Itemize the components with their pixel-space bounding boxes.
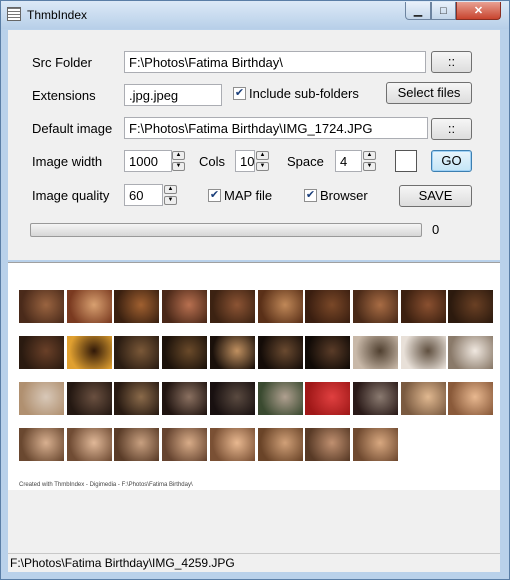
thumbnail-image[interactable] (209, 336, 255, 369)
status-path: F:\Photos\Fatima Birthday\IMG_4259.JPG (10, 556, 235, 570)
thumbnail-grid-icon (7, 7, 21, 21)
progress-value: 0 (432, 222, 440, 237)
chevron-up-icon[interactable]: ▲ (256, 151, 269, 160)
image-quality-label: Image quality (32, 188, 110, 203)
include-subfolders-checkbox[interactable]: ✔ (233, 87, 246, 100)
thumbnail-image[interactable] (66, 290, 112, 323)
thumbnail-image[interactable] (305, 336, 351, 369)
thumbnail-image[interactable] (19, 290, 64, 323)
map-file-checkbox[interactable]: ✔ (208, 189, 221, 202)
progress-bar (30, 223, 422, 237)
background-color-swatch[interactable] (395, 150, 417, 172)
extensions-label: Extensions (32, 88, 96, 103)
thumbnail-image[interactable] (352, 382, 398, 415)
thumbnail-image[interactable] (19, 336, 64, 369)
select-files-button[interactable]: Select files (386, 82, 472, 104)
thumbnail-image[interactable] (209, 382, 255, 415)
settings-panel: Src Folder F:\Photos\Fatima Birthday\ ::… (8, 30, 500, 260)
chevron-down-icon[interactable]: ▼ (256, 162, 269, 171)
thumbnail-image[interactable] (162, 290, 208, 323)
thumbnail-image[interactable] (352, 290, 398, 323)
thumbnail-image[interactable] (19, 428, 64, 461)
image-quality-stepper[interactable]: ▲ ▼ (164, 185, 177, 205)
thumbnail-image[interactable] (209, 290, 255, 323)
src-folder-browse-button[interactable]: :: (431, 51, 472, 73)
thumbnail-image[interactable] (257, 290, 303, 323)
title-bar[interactable]: ThmbIndex ▁ □ ✕ (1, 1, 509, 29)
thumbnail-image[interactable] (448, 290, 494, 323)
default-image-input[interactable]: F:\Photos\Fatima Birthday\IMG_1724.JPG (124, 117, 428, 139)
thumbnail-image[interactable] (400, 290, 446, 323)
thumbnail-image[interactable] (162, 382, 208, 415)
close-icon: ✕ (473, 5, 484, 17)
chevron-down-icon[interactable]: ▼ (164, 196, 177, 205)
thumbnail-image[interactable] (305, 428, 351, 461)
chevron-up-icon[interactable]: ▲ (164, 185, 177, 194)
maximize-icon: □ (440, 4, 447, 17)
thumbnail-image[interactable] (305, 290, 351, 323)
thumbnail-image[interactable] (162, 428, 208, 461)
thumbnail-image[interactable] (400, 336, 446, 369)
chevron-up-icon[interactable]: ▲ (363, 151, 376, 160)
credit-text: Created with ThmbIndex - Digimedia - F:\… (19, 482, 193, 488)
space-stepper[interactable]: ▲ ▼ (363, 151, 376, 171)
thumbnail-image[interactable] (66, 428, 112, 461)
thumbnail-image[interactable] (400, 382, 446, 415)
thumbnail-image[interactable] (114, 382, 160, 415)
browser-checkbox[interactable]: ✔ (304, 189, 317, 202)
include-subfolders-label: Include sub-folders (249, 86, 359, 101)
save-button[interactable]: SAVE (399, 185, 472, 207)
image-width-label: Image width (32, 154, 103, 169)
thumbnail-image[interactable] (114, 428, 160, 461)
src-folder-input[interactable]: F:\Photos\Fatima Birthday\ (124, 51, 426, 73)
cols-label: Cols (199, 154, 226, 169)
extensions-input[interactable]: .jpg.jpeg (124, 84, 222, 106)
map-file-label: MAP file (224, 188, 273, 203)
cols-input[interactable]: 10 (235, 150, 255, 172)
thumbnail-image[interactable] (209, 428, 255, 461)
window-title: ThmbIndex (27, 8, 88, 22)
chevron-down-icon[interactable]: ▼ (172, 162, 185, 171)
go-button[interactable]: GO (431, 150, 472, 172)
empty-area (8, 490, 500, 553)
image-width-stepper[interactable]: ▲ ▼ (172, 151, 185, 171)
src-folder-label: Src Folder (32, 55, 92, 70)
chevron-up-icon[interactable]: ▲ (172, 151, 185, 160)
close-button[interactable]: ✕ (456, 2, 501, 20)
default-image-browse-button[interactable]: :: (431, 118, 472, 140)
thumbnail-image[interactable] (448, 382, 494, 415)
thumbnail-image[interactable] (66, 382, 112, 415)
thumbnail-image[interactable] (19, 382, 64, 415)
thumbnail-image[interactable] (162, 336, 208, 369)
cols-stepper[interactable]: ▲ ▼ (256, 151, 269, 171)
thumbnail-image[interactable] (114, 336, 160, 369)
default-image-label: Default image (32, 121, 113, 136)
thumbnail-image[interactable] (257, 382, 303, 415)
thumbnail-image[interactable] (352, 428, 398, 461)
thumbnail-image[interactable] (305, 382, 351, 415)
space-input[interactable]: 4 (335, 150, 362, 172)
browser-label: Browser (320, 188, 368, 203)
minimize-button[interactable]: ▁ (405, 2, 431, 20)
thumbnail-preview: Created with ThmbIndex - Digimedia - F:\… (8, 263, 500, 490)
thumbnail-image[interactable] (448, 336, 494, 369)
image-width-input[interactable]: 1000 (124, 150, 172, 172)
thumbnail-image[interactable] (114, 290, 160, 323)
image-quality-input[interactable]: 60 (124, 184, 163, 206)
status-bar: F:\Photos\Fatima Birthday\IMG_4259.JPG (8, 553, 500, 572)
maximize-button[interactable]: □ (431, 2, 456, 20)
chevron-down-icon[interactable]: ▼ (363, 162, 376, 171)
thumbnail-image[interactable] (257, 428, 303, 461)
minimize-icon: ▁ (413, 5, 423, 17)
thumbnail-image[interactable] (257, 336, 303, 369)
thumbnail-image[interactable] (352, 336, 398, 369)
space-label: Space (287, 154, 324, 169)
thumbnail-image[interactable] (66, 336, 112, 369)
